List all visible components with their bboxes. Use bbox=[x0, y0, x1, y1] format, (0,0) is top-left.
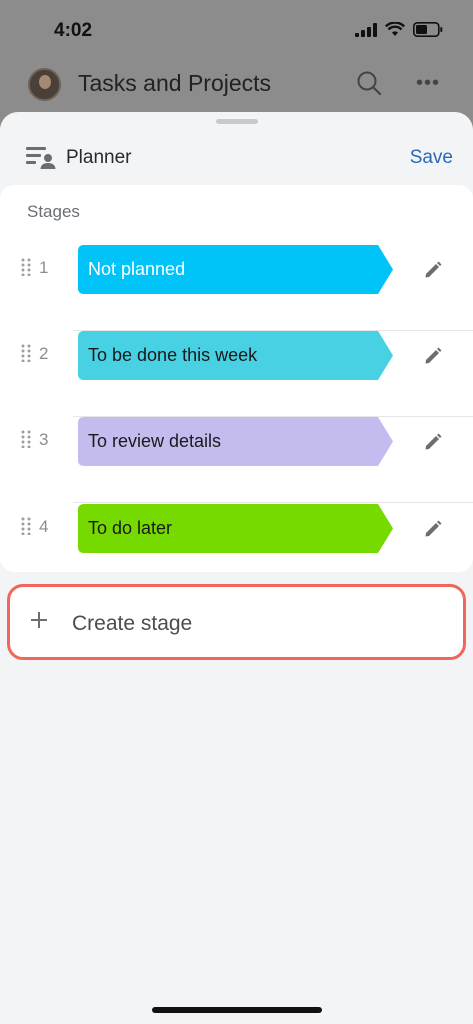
stage-row[interactable]: 4 To do later bbox=[0, 504, 473, 590]
sheet-header: Planner Save bbox=[0, 132, 473, 184]
stage-pill-to-be-done-this-week[interactable]: To be done this week bbox=[78, 331, 393, 380]
stage-row[interactable]: 2 To be done this week bbox=[0, 331, 473, 417]
pencil-icon[interactable] bbox=[423, 432, 443, 452]
cellular-icon bbox=[355, 22, 377, 37]
stage-pill-not-planned[interactable]: Not planned bbox=[78, 245, 393, 294]
stage-row[interactable]: 3 To review details bbox=[0, 417, 473, 503]
stage-name: To be done this week bbox=[88, 345, 258, 365]
battery-icon bbox=[413, 22, 443, 37]
avatar bbox=[28, 68, 61, 101]
sheet-grabber[interactable] bbox=[216, 119, 258, 124]
stages-heading: Stages bbox=[27, 202, 80, 221]
sheet-title: Planner bbox=[66, 147, 132, 168]
background-app-title: Tasks and Projects bbox=[78, 70, 272, 96]
stage-row[interactable]: 1 Not planned bbox=[0, 245, 473, 331]
pencil-icon[interactable] bbox=[423, 260, 443, 280]
pencil-icon[interactable] bbox=[423, 519, 443, 539]
status-icons bbox=[355, 22, 443, 37]
background-app-header: Tasks and Projects ••• bbox=[0, 60, 473, 110]
wifi-icon bbox=[385, 22, 405, 36]
stage-pill-to-review-details[interactable]: To review details bbox=[78, 417, 393, 466]
create-stage-button[interactable]: Create stage bbox=[7, 584, 466, 660]
stage-name: To review details bbox=[88, 431, 222, 451]
status-time: 4:02 bbox=[54, 20, 93, 41]
pencil-icon[interactable] bbox=[423, 346, 443, 366]
drag-handle-icon[interactable] bbox=[21, 344, 31, 362]
save-button[interactable]: Save bbox=[410, 147, 453, 169]
stage-number: 3 bbox=[39, 430, 49, 449]
status-bar: 4:02 bbox=[0, 0, 473, 60]
stage-number: 1 bbox=[39, 258, 49, 277]
drag-handle-icon[interactable] bbox=[21, 430, 31, 448]
drag-handle-icon[interactable] bbox=[21, 258, 31, 276]
planner-icon bbox=[26, 147, 56, 169]
row-divider bbox=[73, 502, 473, 503]
home-indicator bbox=[152, 1007, 322, 1013]
stage-name: Not planned bbox=[88, 259, 186, 279]
stage-number: 2 bbox=[39, 344, 49, 363]
drag-handle-icon[interactable] bbox=[21, 517, 31, 535]
search-icon bbox=[357, 71, 382, 96]
more-icon: ••• bbox=[416, 72, 441, 94]
create-stage-label: Create stage bbox=[72, 612, 193, 635]
stage-name: To do later bbox=[88, 518, 173, 538]
planner-sheet: Planner Save Stages 1 Not planned 2 To b… bbox=[0, 112, 473, 1024]
stage-pill-to-do-later[interactable]: To do later bbox=[78, 504, 393, 553]
stages-card: Stages 1 Not planned 2 To be done this w… bbox=[0, 185, 473, 572]
plus-icon bbox=[31, 612, 47, 628]
stage-number: 4 bbox=[39, 517, 49, 536]
